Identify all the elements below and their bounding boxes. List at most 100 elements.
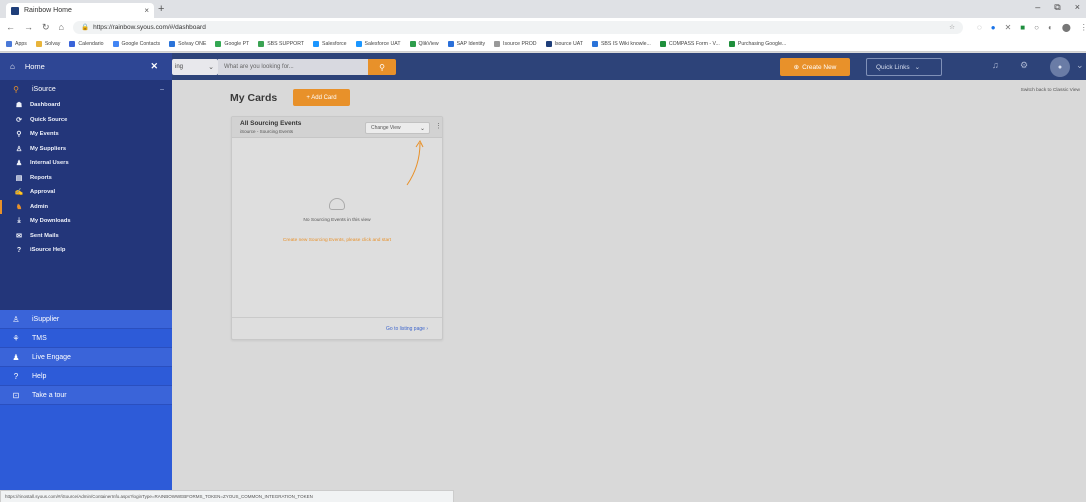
bookmark-icon <box>112 40 119 47</box>
sidebar-item-isource-help[interactable]: ? iSource Help <box>0 243 172 258</box>
bookmark-item[interactable]: Google PT <box>215 40 249 47</box>
sidebar-item-live-engage[interactable]: ♟ Live Engage <box>0 348 172 367</box>
sidebar-item-take-a-tour[interactable]: ⊡ Take a tour <box>0 386 172 405</box>
content-bottom <box>454 490 1086 502</box>
sidebar-item-internal-users[interactable]: ♟ Internal Users <box>0 156 172 171</box>
quick-source-icon: ⟳ <box>16 116 22 124</box>
extension-icon[interactable]: ○ <box>1034 23 1039 32</box>
bookmark-item[interactable]: SBS SUPPORT <box>258 40 305 47</box>
extension-icon[interactable]: ■ <box>1020 23 1025 32</box>
bookmark-label: Calendario <box>78 40 104 47</box>
change-view-dropdown[interactable]: Change View ⌄ <box>365 122 430 134</box>
minimize-icon[interactable]: – <box>1035 2 1040 13</box>
bookmark-icon <box>258 40 265 47</box>
extension-icon[interactable]: ◐ <box>1048 23 1053 32</box>
profile-icon[interactable]: ⬤ <box>1062 23 1071 32</box>
bookmark-item[interactable]: Salesforce <box>313 40 347 47</box>
sidebar-item-label: TMS <box>32 334 47 342</box>
sidebar-home[interactable]: ⌂ Home ✕ <box>0 53 172 80</box>
add-card-button[interactable]: + Add Card <box>293 89 350 106</box>
page-title: My Cards <box>230 92 278 104</box>
url-field[interactable]: 🔒 https://rainbow.syous.com/#/dashboard … <box>72 20 963 34</box>
sidebar-item-reports[interactable]: ▤ Reports <box>0 171 172 186</box>
main-content: Switch back to Classic View My Cards + A… <box>172 80 1086 490</box>
sidebar-item-isource[interactable]: ⚲ iSource – <box>0 80 172 98</box>
bell-icon[interactable]: ♫ <box>992 60 999 70</box>
sidebar-item-approval[interactable]: ✍ Approval <box>0 185 172 200</box>
gear-icon[interactable]: ⚙ <box>1020 60 1028 71</box>
sidebar-item-label: My Events <box>30 131 59 138</box>
switch-back-link[interactable]: Switch back to Classic View <box>1021 88 1080 93</box>
back-icon[interactable]: ← <box>6 22 15 32</box>
menu-icon[interactable]: ⋮ <box>1080 23 1086 32</box>
bookmark-icon <box>728 40 735 47</box>
sidebar-item-dashboard[interactable]: ☗ Dashboard <box>0 98 172 113</box>
search-scope-dropdown[interactable]: ing ⌄ <box>172 59 218 75</box>
star-icon[interactable]: ☆ <box>949 23 955 31</box>
extension-icon[interactable]: ● <box>991 23 996 32</box>
bookmark-icon <box>494 40 501 47</box>
forward-icon[interactable]: → <box>24 22 33 32</box>
chevron-down-icon[interactable]: ⌄ <box>1076 60 1084 71</box>
bookmark-item[interactable]: Solvay <box>35 40 60 47</box>
sidebar-item-label: Reports <box>30 174 52 181</box>
browser-tab[interactable]: Rainbow Home × <box>6 3 154 18</box>
bookmark-icon <box>591 40 598 47</box>
sidebar-item-my-suppliers[interactable]: ♙ My Suppliers <box>0 142 172 157</box>
bookmark-item[interactable]: Apps <box>6 40 27 47</box>
close-icon[interactable]: ✕ <box>150 61 158 72</box>
bookmark-item[interactable]: QlikView <box>409 40 439 47</box>
bookmark-item[interactable]: Solvay ONE <box>169 40 206 47</box>
avatar[interactable]: ● <box>1050 57 1070 77</box>
reload-icon[interactable]: ↻ <box>42 22 50 33</box>
sidebar-item-my-events[interactable]: ⚲ My Events <box>0 127 172 142</box>
bookmark-item[interactable]: Purchasing Google... <box>728 40 786 47</box>
bookmark-item[interactable]: Salesforce UAT <box>355 40 401 47</box>
sourcing-events-card: All Sourcing Events iSource - Sourcing E… <box>231 116 443 340</box>
sidebar-item-label: iSource Help <box>30 247 66 254</box>
bookmark-item[interactable]: Isource PROD <box>494 40 537 47</box>
sidebar-item-isupplier[interactable]: ♙ iSupplier <box>0 310 172 329</box>
bookmark-item[interactable]: SAP Identity <box>447 40 485 47</box>
sidebar-item-admin[interactable]: ♞ Admin <box>0 199 172 214</box>
restore-icon[interactable]: ⧉ <box>1054 2 1060 13</box>
tab-close-icon[interactable]: × <box>144 6 149 15</box>
sidebar-item-help[interactable]: ? Help <box>0 367 172 386</box>
bookmark-icon <box>6 40 12 47</box>
search-input[interactable]: What are you looking for... <box>218 59 368 75</box>
create-new-button[interactable]: ⊕ Create New <box>780 58 850 76</box>
dashboard-icon: ☗ <box>15 102 23 110</box>
sidebar-item-tms[interactable]: ⚘ TMS <box>0 329 172 348</box>
sidebar: ⌂ Home ✕ ⚲ iSource – ☗ Dashboard ⟳ Quick So… <box>0 53 172 490</box>
bookmark-item[interactable]: Isource UAT <box>545 40 583 47</box>
window-close-icon[interactable]: × <box>1075 2 1080 13</box>
screen: Rainbow Home × + – ⧉ × ← → ↻ ⌂ 🔒 https:/… <box>0 0 1086 502</box>
card-menu-icon[interactable]: ⋮ <box>435 122 442 130</box>
sidebar-item-label: iSource <box>32 85 56 93</box>
extension-icon[interactable]: ✕ <box>1005 23 1012 32</box>
bookmark-label: SBS IS Wiki knowle... <box>600 40 651 47</box>
bookmark-label: Salesforce <box>322 40 347 47</box>
help-icon: ? <box>13 371 19 381</box>
search-button[interactable]: ⚲ <box>368 59 396 75</box>
new-tab-button[interactable]: + <box>158 3 164 15</box>
go-to-listing-link[interactable]: Go to listing page › <box>386 326 428 332</box>
bookmark-item[interactable]: Google Contacts <box>112 40 160 47</box>
bookmark-label: SBS SUPPORT <box>267 40 305 47</box>
home-browser-icon[interactable]: ⌂ <box>59 22 64 32</box>
sidebar-item-my-downloads[interactable]: ⤓ My Downloads <box>0 214 172 229</box>
sidebar-item-quick-source[interactable]: ⟳ Quick Source <box>0 113 172 128</box>
url-text: https://rainbow.syous.com/#/dashboard <box>93 23 206 31</box>
plus-circle-icon: ⊕ <box>793 64 800 71</box>
extension-icon[interactable]: ◌ <box>977 23 982 32</box>
bookmark-item[interactable]: Calendario <box>69 40 104 47</box>
sidebar-item-label: Admin <box>30 203 49 210</box>
bookmark-item[interactable]: COMPASS Form - V... <box>659 40 720 47</box>
tab-title: Rainbow Home <box>24 7 72 14</box>
bookmark-item[interactable]: SBS IS Wiki knowle... <box>591 40 651 47</box>
quick-links-dropdown[interactable]: Quick Links ⌄ <box>866 58 942 76</box>
help-circle-icon: ? <box>16 246 22 254</box>
sidebar-item-sent-mails[interactable]: ✉ Sent Mails <box>0 229 172 244</box>
tour-icon: ⊡ <box>12 390 20 400</box>
create-events-link[interactable]: Create new Sourcing Events, please click… <box>232 238 442 243</box>
